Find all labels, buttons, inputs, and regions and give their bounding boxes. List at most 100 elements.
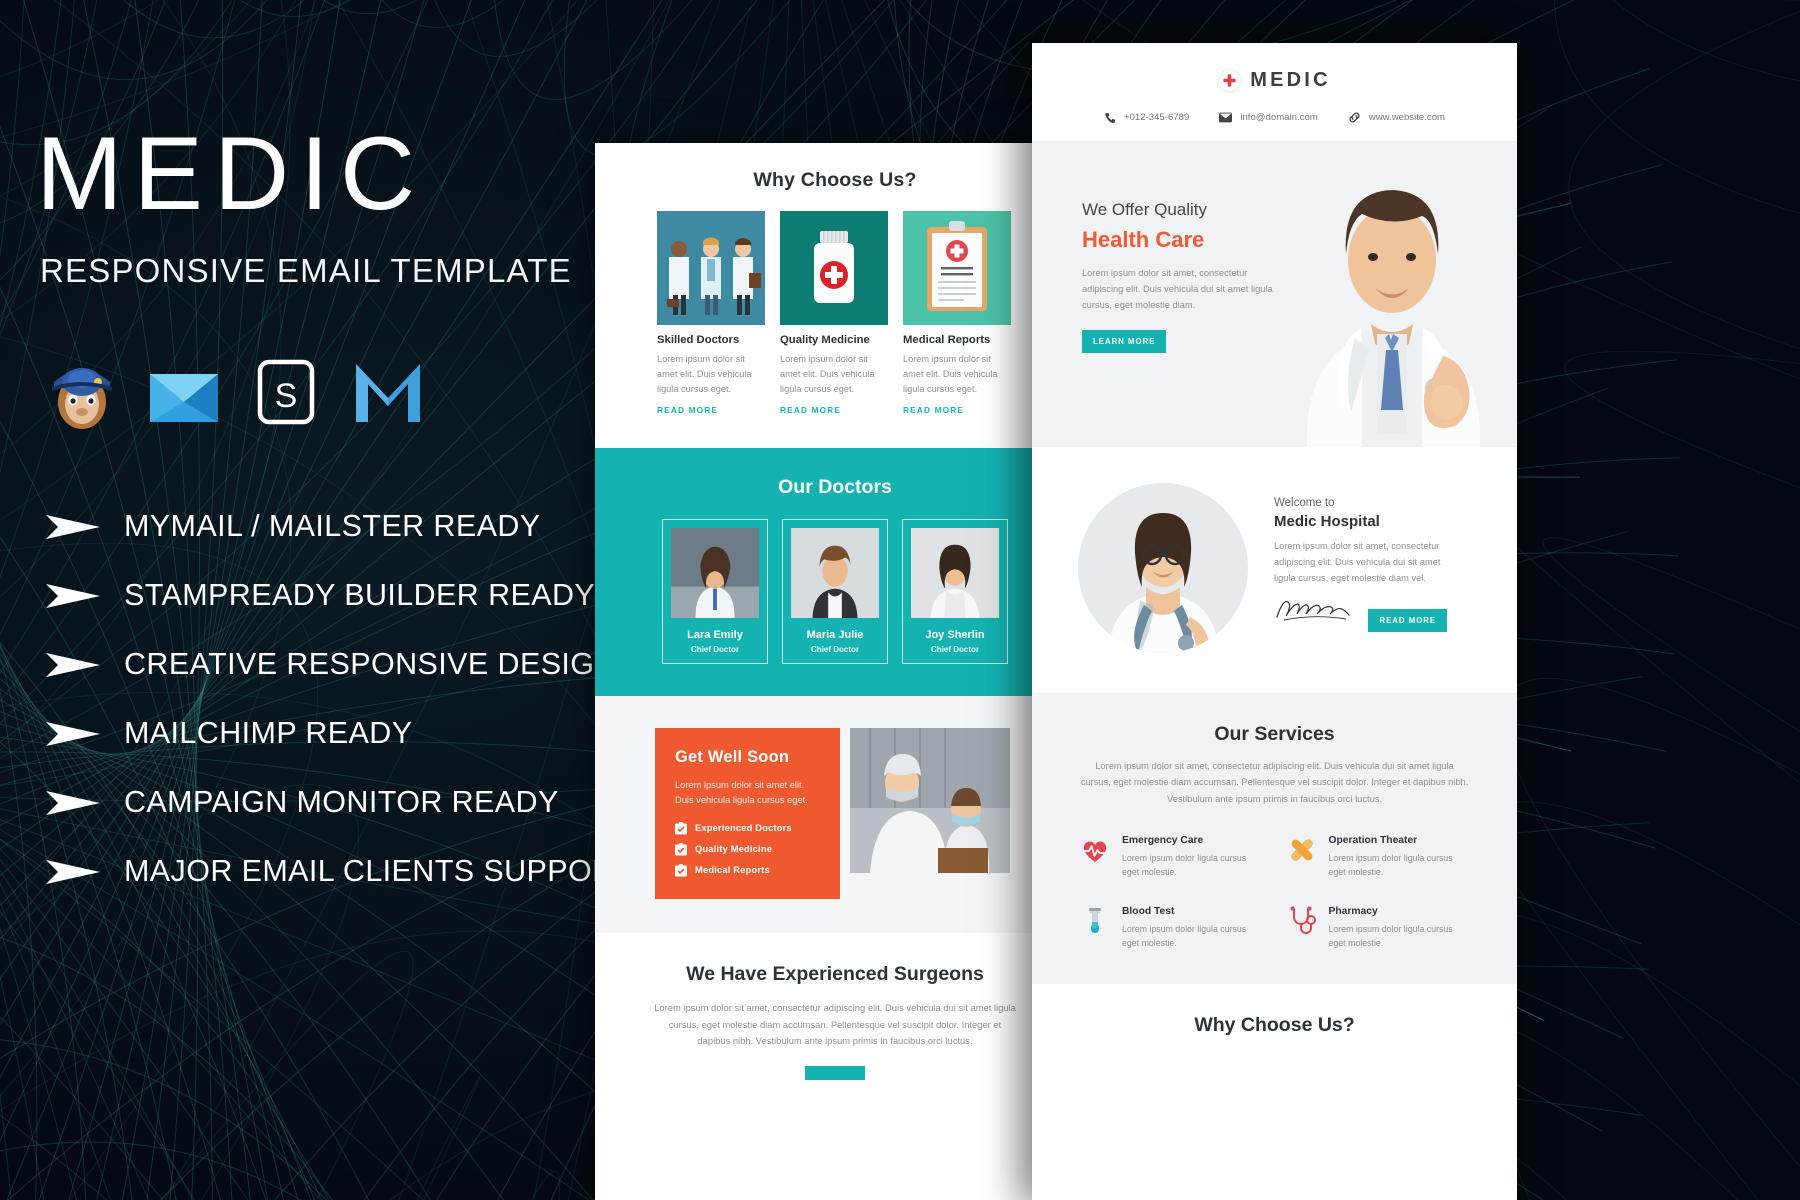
feature-item: MAILCHIMP READY <box>44 699 633 768</box>
service-title: Pharmacy <box>1328 905 1378 917</box>
feature-label: CAMPAIGN MONITOR READY <box>124 785 559 819</box>
doctor-name: Joy Sherlin <box>925 628 985 641</box>
phone-icon <box>1105 112 1116 123</box>
contact-email[interactable]: info@domain.com <box>1219 111 1318 124</box>
mailster-logo <box>348 352 428 432</box>
female-doctor-avatar <box>1078 483 1248 653</box>
service-item: Emergency Care Lorem ipsum dolor ligula … <box>1080 835 1263 880</box>
service-item: Pharmacy Lorem ipsum dolor ligula cursus… <box>1287 906 1470 951</box>
feature-item: MYMAIL / MAILSTER READY <box>44 492 633 561</box>
medical-cross-icon <box>1218 69 1242 92</box>
doctor-role: Chief Doctor <box>931 644 979 654</box>
feature-item: CREATIVE RESPONSIVE DESIGN <box>44 630 633 699</box>
svg-text:S: S <box>275 377 298 415</box>
compatibility-logo-row: S <box>42 352 428 432</box>
contact-website[interactable]: www.website.com <box>1348 111 1445 124</box>
hero-desc: Lorem ipsum dolor sit amet, consectetur … <box>1082 268 1273 310</box>
benefit-list: Experienced Doctors Quality Medicine Med… <box>675 821 822 877</box>
contact-text: www.website.com <box>1368 112 1446 123</box>
link-icon <box>1349 112 1360 123</box>
contact-phone[interactable]: +012-345-6789 <box>1104 111 1189 124</box>
arrow-bullet-icon <box>46 583 100 608</box>
learn-more-button[interactable]: LEARN MORE <box>1082 329 1167 353</box>
card-desc: Lorem ipsum dolor sit amet elit. Duis ve… <box>780 354 875 394</box>
arrow-bullet-icon <box>46 859 100 884</box>
panel-title: Get Well Soon <box>675 747 790 766</box>
why-card: Skilled Doctors Lorem ipsum dolor sit am… <box>657 211 765 418</box>
doctor-role: Chief Doctor <box>811 644 859 654</box>
service-item: Blood Test Lorem ipsum dolor ligula curs… <box>1080 906 1263 951</box>
benefit-item: Quality Medicine <box>675 842 822 856</box>
arrow-bullet-icon <box>46 790 100 815</box>
why-card: Medical Reports Lorem ipsum dolor sit am… <box>903 211 1011 418</box>
feature-list: MYMAIL / MAILSTER READY STAMPREADY BUILD… <box>44 492 633 906</box>
check-clipboard-icon <box>675 863 687 877</box>
check-clipboard-icon <box>675 842 687 856</box>
male-doctor-photo <box>1267 142 1517 447</box>
contact-text: +012-345-6789 <box>1123 112 1190 123</box>
read-more-button[interactable]: READ MORE <box>1368 608 1448 632</box>
email-header: MEDIC +012-345-6789 info@domain.com www.… <box>1032 43 1517 142</box>
service-title: Operation Theater <box>1328 835 1418 847</box>
brand-logo: MEDIC <box>1032 69 1517 92</box>
gmail-logo <box>144 352 224 432</box>
section-title: Our Services <box>1214 723 1335 745</box>
hero-line-1: We Offer Quality <box>1082 200 1208 219</box>
mailchimp-logo <box>42 352 122 432</box>
page-subtitle: RESPONSIVE EMAIL TEMPLATE <box>40 252 572 289</box>
contact-text: info@domain.com <box>1240 112 1318 123</box>
doctor-photo <box>911 527 999 620</box>
doctor-card[interactable]: Joy Sherlin Chief Doctor <box>902 518 1008 664</box>
card-title: Quality Medicine <box>780 334 870 346</box>
doctors-team-illustration <box>657 211 765 325</box>
stampready-logo: S <box>246 352 326 432</box>
benefit-item: Experienced Doctors <box>675 821 822 835</box>
surgeons-cta-button[interactable] <box>805 1066 865 1081</box>
bandage-cross-icon <box>1291 839 1312 861</box>
read-more-link[interactable]: READ MORE <box>780 405 841 415</box>
doctor-card[interactable]: Lara Emily Chief Doctor <box>662 518 768 664</box>
signature-image <box>1276 600 1350 621</box>
arrow-bullet-icon <box>46 652 100 677</box>
read-more-link[interactable]: READ MORE <box>903 405 964 415</box>
doctor-photo <box>791 527 879 620</box>
section-get-well-soon: Get Well Soon Lorem ipsum dolor sit amet… <box>595 695 1075 933</box>
feature-label: MYMAIL / MAILSTER READY <box>124 509 541 543</box>
welcome-line-2: Medic Hospital <box>1274 513 1380 530</box>
doctor-card[interactable]: Maria Julie Chief Doctor <box>782 518 888 664</box>
feature-label: CREATIVE RESPONSIVE DESIGN <box>124 647 617 681</box>
why-card: Quality Medicine Lorem ipsum dolor sit a… <box>780 211 888 418</box>
service-title: Blood Test <box>1122 905 1175 917</box>
why-cards-grid: Skilled Doctors Lorem ipsum dolor sit am… <box>657 211 1013 418</box>
section-body: Lorem ipsum dolor sit amet, consectetur … <box>1080 761 1469 804</box>
hero-line-2: Health Care <box>1082 227 1205 252</box>
left-hero-panel: MEDIC RESPONSIVE EMAIL TEMPLATE S MYMAIL… <box>36 0 636 1200</box>
benefit-item: Medical Reports <box>675 863 822 877</box>
card-desc: Lorem ipsum dolor sit amet elit. Duis ve… <box>903 354 998 394</box>
brand-name: MEDIC <box>1250 69 1331 91</box>
check-clipboard-icon <box>675 821 687 835</box>
service-desc: Lorem ipsum dolor ligula cursus eget mol… <box>1328 923 1453 948</box>
service-item: Operation Theater Lorem ipsum dolor ligu… <box>1287 835 1470 880</box>
section-why-choose-us: Why Choose Us? Skilled Doctors Lorem ips… <box>595 143 1075 448</box>
benefit-label: Medical Reports <box>695 865 770 876</box>
section-body: Lorem ipsum dolor sit amet, consectetur … <box>654 1001 1016 1047</box>
medicine-bottle-illustration <box>780 211 888 325</box>
get-well-panel: Get Well Soon Lorem ipsum dolor sit amet… <box>655 727 840 899</box>
card-desc: Lorem ipsum dolor sit amet elit. Duis ve… <box>657 354 752 394</box>
arrow-bullet-icon <box>46 721 100 746</box>
arrow-bullet-icon <box>46 514 100 539</box>
panel-desc: Lorem ipsum dolor sit amet elit. Duis ve… <box>675 779 808 806</box>
section-title: Our Doctors <box>778 475 892 498</box>
doctors-grid: Lara Emily Chief Doctor Maria Julie Chie… <box>655 518 1015 664</box>
welcome-line-1: Welcome to <box>1274 497 1335 509</box>
email-preview-middle: Why Choose Us? Skilled Doctors Lorem ips… <box>595 143 1075 1200</box>
stethoscope-icon <box>1290 906 1316 934</box>
medical-reports-clipboard-illustration <box>903 211 1011 325</box>
feature-item: CAMPAIGN MONITOR READY <box>44 768 633 837</box>
hero-text-block: We Offer Quality Health Care Lorem ipsum… <box>1032 142 1282 447</box>
section-welcome: Welcome to Medic Hospital Lorem ipsum do… <box>1032 447 1517 693</box>
services-grid: Emergency Care Lorem ipsum dolor ligula … <box>1080 835 1469 950</box>
section-title: Why Choose Us? <box>1194 1014 1355 1037</box>
read-more-link[interactable]: READ MORE <box>657 405 718 415</box>
